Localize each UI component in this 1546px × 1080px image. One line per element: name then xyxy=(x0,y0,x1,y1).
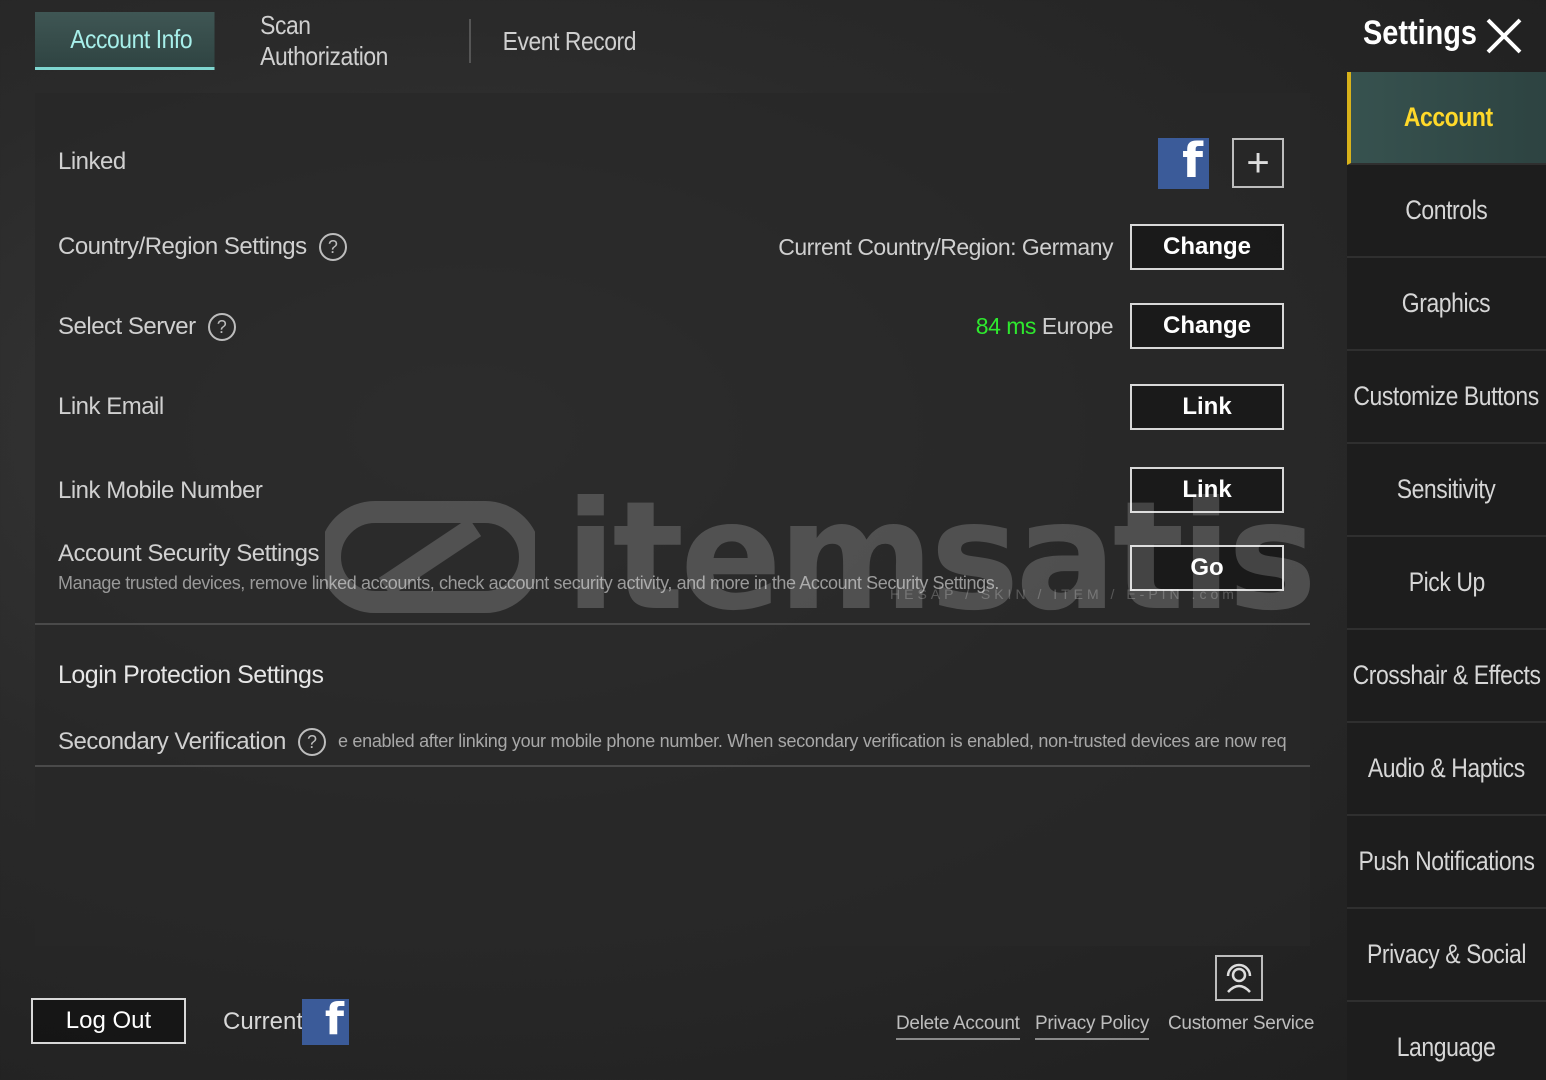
sidebar-item-account[interactable]: Account xyxy=(1347,72,1546,165)
section-divider xyxy=(35,765,1310,767)
change-server-button[interactable]: Change xyxy=(1130,303,1284,349)
help-icon[interactable]: ? xyxy=(207,313,236,341)
account-security-label: Account Security Settings xyxy=(58,540,319,567)
sidebar-item-controls[interactable]: Controls xyxy=(1347,165,1546,258)
country-region-label: Country/Region Settings ? xyxy=(58,233,347,261)
link-email-button[interactable]: Link xyxy=(1130,384,1284,430)
current-login-label: Current xyxy=(223,1008,304,1035)
sidebar-item-customize-buttons[interactable]: Customize Buttons xyxy=(1347,351,1546,444)
account-security-description: Manage trusted devices, remove linked ac… xyxy=(58,573,999,593)
server-region: Europe xyxy=(1041,313,1114,339)
tab-label: Scan Authorization xyxy=(260,10,388,71)
server-status: 84 ms Europe xyxy=(975,313,1114,340)
tab-event-record[interactable]: Event Record xyxy=(471,12,647,70)
link-mobile-button[interactable]: Link xyxy=(1130,467,1284,513)
sidebar-item-push-notifications[interactable]: Push Notifications xyxy=(1347,816,1546,909)
tab-account-info[interactable]: Account Info xyxy=(35,12,215,70)
delete-account-link[interactable]: Delete Account xyxy=(896,1013,1020,1040)
settings-title: Settings xyxy=(1363,14,1478,52)
account-security-go-button[interactable]: Go xyxy=(1130,545,1284,591)
account-info-panel: Linked f + Country/Region Settings ? Cur… xyxy=(35,93,1310,946)
sidebar-item-privacy-social[interactable]: Privacy & Social xyxy=(1347,909,1546,1002)
close-icon[interactable] xyxy=(1484,16,1524,56)
linked-label: Linked xyxy=(58,148,126,175)
customer-service-link[interactable]: Customer Service xyxy=(1168,1013,1315,1038)
tab-label: Account Info xyxy=(70,24,193,54)
link-mobile-label: Link Mobile Number xyxy=(58,477,263,504)
watermark-tagline: HESAP / SKIN / ITEM / E-PIN .com xyxy=(890,586,1238,602)
settings-sidebar: Account Controls Graphics Customize Butt… xyxy=(1347,72,1546,1080)
ping-value: 84 ms xyxy=(975,313,1037,339)
log-out-button[interactable]: Log Out xyxy=(31,998,186,1044)
current-country-text: Current Country/Region: Germany xyxy=(778,234,1113,260)
section-divider xyxy=(35,623,1310,625)
facebook-linked-icon[interactable]: f xyxy=(1158,133,1209,189)
link-email-label: Link Email xyxy=(58,393,164,420)
privacy-policy-link[interactable]: Privacy Policy xyxy=(1035,1013,1149,1040)
sidebar-item-audio-haptics[interactable]: Audio & Haptics xyxy=(1347,723,1546,816)
sidebar-item-pick-up[interactable]: Pick Up xyxy=(1347,537,1546,630)
tab-scan-authorization[interactable]: Scan Authorization xyxy=(239,10,441,71)
headset-icon xyxy=(1226,963,1252,993)
top-tabs: Account Info Scan Authorization Event Re… xyxy=(35,10,671,71)
sidebar-item-crosshair-effects[interactable]: Crosshair & Effects xyxy=(1347,630,1546,723)
sidebar-item-graphics[interactable]: Graphics xyxy=(1347,258,1546,351)
help-icon[interactable]: ? xyxy=(318,233,347,261)
secondary-verification-text: e enabled after linking your mobile phon… xyxy=(338,731,1286,751)
secondary-verification-label: Secondary Verification ? xyxy=(58,728,326,756)
tab-label: Event Record xyxy=(502,25,637,56)
customer-service-icon[interactable] xyxy=(1215,955,1263,1001)
help-icon[interactable]: ? xyxy=(297,728,326,756)
login-protection-title: Login Protection Settings xyxy=(58,661,324,689)
facebook-current-icon: f xyxy=(302,994,349,1045)
select-server-label: Select Server ? xyxy=(58,313,236,341)
sidebar-item-sensitivity[interactable]: Sensitivity xyxy=(1347,444,1546,537)
sidebar-item-language[interactable]: Language xyxy=(1347,1002,1546,1080)
add-link-button[interactable]: + xyxy=(1232,138,1284,188)
change-country-button[interactable]: Change xyxy=(1130,224,1284,270)
plus-icon: + xyxy=(1246,140,1270,185)
